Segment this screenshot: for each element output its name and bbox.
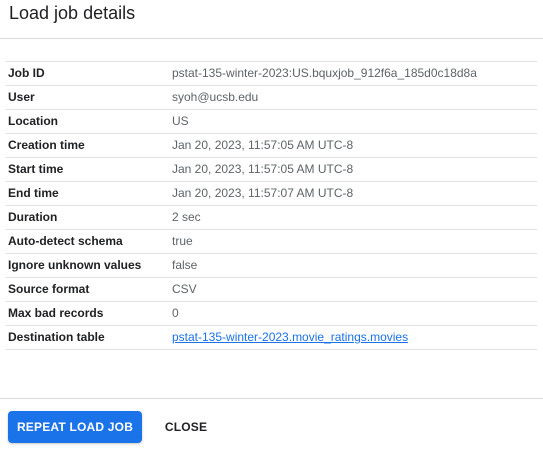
detail-value: pstat-135-winter-2023:US.bquxjob_912f6a_… [172, 66, 477, 80]
detail-label: Start time [8, 162, 64, 176]
load-job-details-dialog: Load job details Job ID pstat-135-winter… [0, 0, 543, 453]
detail-value: Jan 20, 2023, 11:57:05 AM UTC-8 [172, 138, 354, 152]
detail-label: Job ID [8, 66, 45, 80]
detail-label: Max bad records [8, 306, 104, 320]
detail-value: 0 [172, 306, 179, 320]
detail-value: Jan 20, 2023, 11:57:05 AM UTC-8 [172, 162, 354, 176]
detail-value: false [172, 258, 198, 272]
detail-row-destination-table: Destination table pstat-135-winter-2023.… [6, 325, 537, 350]
detail-row-auto-detect-schema: Auto-detect schema true [6, 229, 537, 253]
title-divider [0, 38, 543, 39]
detail-row-duration: Duration 2 sec [6, 205, 537, 229]
detail-label: Source format [8, 282, 90, 296]
dialog-title: Load job details [9, 3, 136, 23]
detail-value: Jan 20, 2023, 11:57:07 AM UTC-8 [172, 186, 354, 200]
detail-value: CSV [172, 282, 197, 296]
detail-row-end-time: End time Jan 20, 2023, 11:57:07 AM UTC-8 [6, 181, 537, 205]
detail-row-user: User syoh@ucsb.edu [6, 85, 537, 109]
detail-label: User [8, 90, 35, 104]
detail-label: Creation time [8, 138, 85, 152]
detail-label: Auto-detect schema [8, 234, 123, 248]
detail-value: US [172, 114, 189, 128]
destination-table-link[interactable]: pstat-135-winter-2023.movie_ratings.movi… [172, 326, 408, 349]
detail-value: syoh@ucsb.edu [172, 90, 259, 104]
detail-value: 2 sec [172, 210, 201, 224]
detail-row-location: Location US [6, 109, 537, 133]
detail-row-creation-time: Creation time Jan 20, 2023, 11:57:05 AM … [6, 133, 537, 157]
detail-row-max-bad-records: Max bad records 0 [6, 301, 537, 325]
detail-value: true [172, 234, 193, 248]
details-table: Job ID pstat-135-winter-2023:US.bquxjob_… [6, 61, 537, 350]
repeat-load-job-button[interactable]: REPEAT LOAD JOB [8, 411, 142, 443]
detail-row-start-time: Start time Jan 20, 2023, 11:57:05 AM UTC… [6, 157, 537, 181]
detail-row-ignore-unknown-values: Ignore unknown values false [6, 253, 537, 277]
close-button[interactable]: CLOSE [156, 411, 216, 443]
detail-label: Location [8, 114, 58, 128]
detail-row-job-id: Job ID pstat-135-winter-2023:US.bquxjob_… [6, 61, 537, 85]
detail-label: Duration [8, 210, 58, 224]
detail-label: End time [8, 186, 59, 200]
detail-row-source-format: Source format CSV [6, 277, 537, 301]
footer-divider [0, 398, 543, 399]
detail-label: Ignore unknown values [8, 258, 142, 272]
detail-label: Destination table [8, 330, 105, 344]
